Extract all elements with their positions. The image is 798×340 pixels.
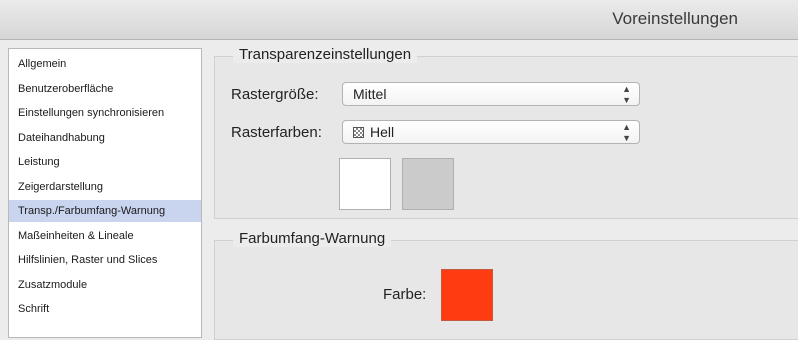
sidebar-item-file-handling[interactable]: Dateihandhabung xyxy=(9,127,201,149)
gamut-warning-title: Farbumfang-Warnung xyxy=(233,230,392,247)
gamut-color-label: Farbe: xyxy=(383,286,427,303)
window-title: Voreinstellungen xyxy=(612,9,738,28)
sidebar-item-performance[interactable]: Leistung xyxy=(9,151,201,173)
gamut-warning-group: Farbumfang-Warnung Farbe: xyxy=(214,230,798,340)
sidebar-item-interface[interactable]: Benutzeroberfläche xyxy=(9,78,201,100)
sidebar-item-plugins[interactable]: Zusatzmodule xyxy=(9,274,201,296)
transparency-settings-group: Transparenzeinstellungen Rastergröße: Mi… xyxy=(214,46,798,219)
select-stepper-icon: ▲ ▼ xyxy=(622,84,631,105)
grid-color-swatch-dark[interactable] xyxy=(402,158,454,210)
sidebar-item-guides-grid-slices[interactable]: Hilfslinien, Raster und Slices xyxy=(9,249,201,271)
sidebar-item-sync-settings[interactable]: Einstellungen synchronisieren xyxy=(9,102,201,124)
grid-size-select[interactable]: Mittel ▲ ▼ xyxy=(342,82,640,106)
grid-size-label: Rastergröße: xyxy=(231,86,319,103)
grid-size-value: Mittel xyxy=(353,86,387,102)
sidebar-item-transparency-gamut[interactable]: Transp./Farbumfang-Warnung xyxy=(9,200,201,222)
sidebar-item-units-rulers[interactable]: Maßeinheiten & Lineale xyxy=(9,225,201,247)
checkerboard-icon xyxy=(353,127,364,138)
sidebar-item-cursors[interactable]: Zeigerdarstellung xyxy=(9,176,201,198)
transparency-settings-title: Transparenzeinstellungen xyxy=(233,46,418,63)
preferences-sidebar: Allgemein Benutzeroberfläche Einstellung… xyxy=(8,48,202,338)
gamut-warning-color-swatch[interactable] xyxy=(441,269,493,321)
select-stepper-icon: ▲ ▼ xyxy=(622,122,631,143)
title-bar: Voreinstellungen xyxy=(0,0,798,40)
grid-colors-value: Hell xyxy=(370,124,395,140)
grid-colors-select[interactable]: Hell ▲ ▼ xyxy=(342,120,640,144)
grid-color-swatch-light[interactable] xyxy=(339,158,391,210)
sidebar-item-type[interactable]: Schrift xyxy=(9,298,201,320)
grid-colors-label: Rasterfarben: xyxy=(231,124,322,141)
sidebar-item-general[interactable]: Allgemein xyxy=(9,53,201,75)
